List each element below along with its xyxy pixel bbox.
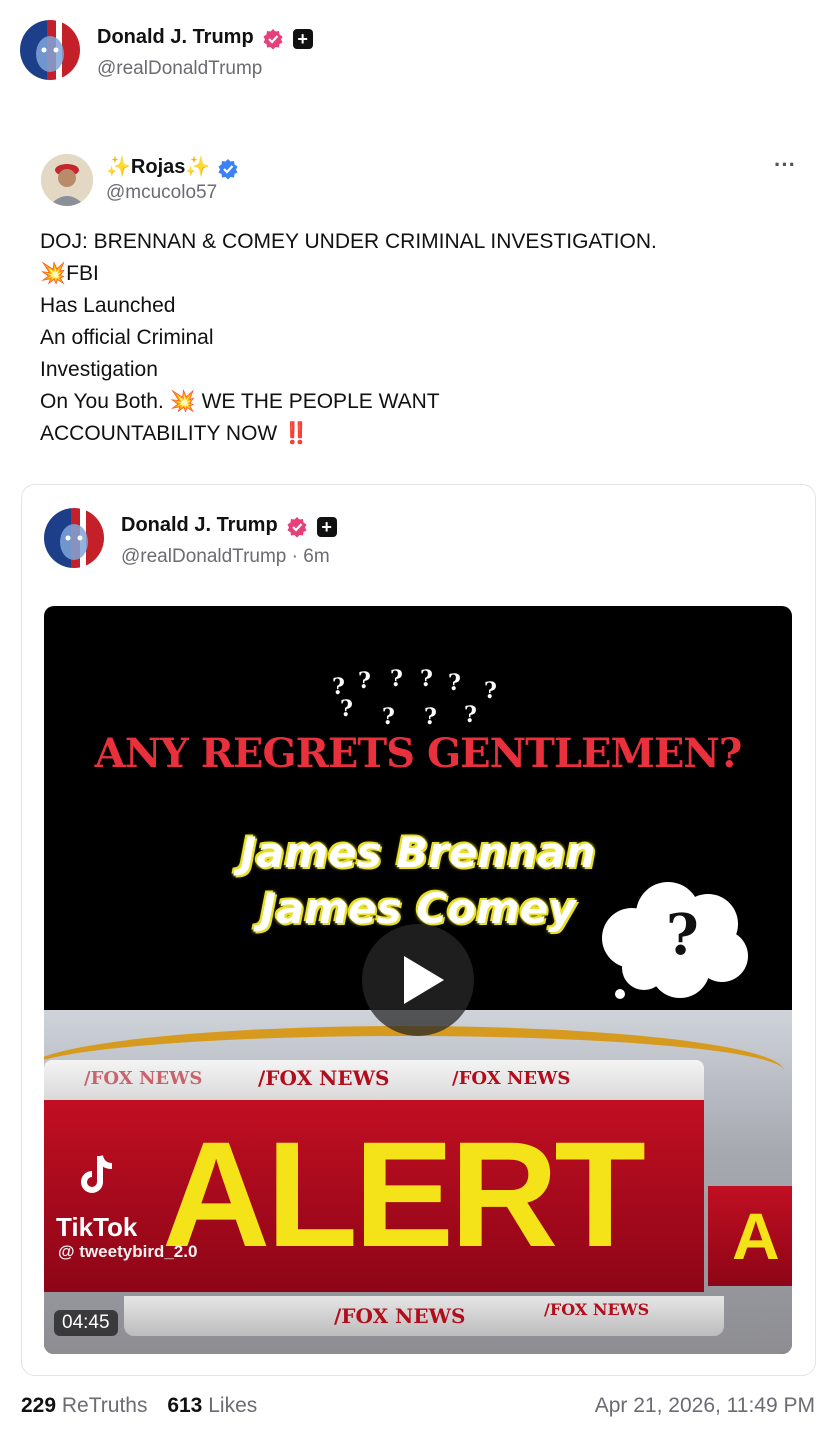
network-tag: /FOX NEWS (452, 1068, 571, 1089)
alert-panel: ALERT (44, 1100, 704, 1292)
alert-panel-right: A (708, 1186, 792, 1286)
retruths-label[interactable]: ReTruths (62, 1394, 148, 1417)
tiktok-user: @ tweetybird_2.0 (58, 1242, 198, 1261)
post-line: Has Launched (40, 294, 176, 317)
question-marks-decoration: ? ? ? ? ? ? ? ? ? ? (332, 666, 497, 730)
play-icon (404, 956, 444, 1004)
post-line: Investigation (40, 358, 158, 381)
post-line: DOJ: BRENNAN & COMEY UNDER CRIMINAL INVE… (40, 230, 657, 253)
post-text: DOJ: BRENNAN & COMEY UNDER CRIMINAL INVE… (40, 226, 800, 450)
network-tag: /FOX NEWS (258, 1066, 390, 1090)
quoted-avatar[interactable] (44, 508, 104, 568)
avatar-portrait-icon (36, 36, 64, 72)
network-tag: /FOX NEWS (544, 1300, 650, 1319)
post-line: 💥FBI (40, 262, 99, 285)
alert-text-right: A (732, 1199, 780, 1273)
video-player[interactable]: ? ? ? ? ? ? ? ? ? ? ANY REGRETS GENTLEME… (44, 606, 792, 1354)
retruths-count[interactable]: 229 (21, 1394, 56, 1417)
retruth-avatar[interactable] (41, 154, 93, 206)
likes-label[interactable]: Likes (208, 1394, 257, 1417)
engagement-stats: 229 ReTruths 613 Likes (21, 1394, 257, 1418)
quoted-author-name[interactable]: Donald J. Trump (121, 514, 278, 536)
retruth-name-prefix: ✨ (106, 156, 131, 178)
more-options-button[interactable]: ··· (774, 152, 796, 178)
network-tag: /FOX NEWS (334, 1304, 466, 1328)
lower-banner: /FOX NEWS /FOX NEWS (124, 1296, 724, 1336)
name-line-brennan: James Brennan (240, 828, 596, 877)
tiktok-logo-icon (81, 1155, 113, 1193)
retruth-name[interactable]: Rojas (131, 156, 185, 178)
thought-question: ? (666, 902, 699, 968)
verified-badge-icon (263, 28, 283, 50)
video-duration: 04:45 (54, 1310, 118, 1336)
video-headline: ANY REGRETS GENTLEMEN? (94, 730, 743, 777)
alert-text: ALERT (162, 1110, 646, 1278)
author-handle[interactable]: @realDonaldTrump (97, 58, 262, 80)
author-avatar[interactable] (20, 20, 80, 80)
avatar-person-icon (41, 154, 93, 206)
fox-news-banner: /FOX NEWS /FOX NEWS /FOX NEWS (44, 1060, 704, 1100)
post-line: An official Criminal (40, 326, 214, 349)
network-tag: /FOX NEWS (84, 1068, 203, 1089)
post-timestamp: Apr 21, 2026, 11:49 PM (594, 1394, 815, 1417)
post-line: On You Both. 💥 WE THE PEOPLE WANT (40, 390, 440, 413)
tiktok-label: TikTok (56, 1212, 138, 1242)
verified-blue-badge-icon (218, 158, 238, 180)
retruth-name-suffix: ✨ (185, 156, 211, 178)
avatar-portrait-icon (60, 524, 88, 560)
play-button[interactable] (362, 924, 474, 1036)
quoted-handle[interactable]: @realDonaldTrump · 6m (121, 546, 330, 568)
author-name[interactable]: Donald J. Trump (97, 26, 254, 48)
likes-count[interactable]: 613 (167, 1394, 202, 1417)
post-line: ACCOUNTABILITY NOW ‼️ (40, 422, 310, 445)
premium-plus-icon: + (316, 516, 337, 537)
verified-badge-icon (287, 516, 307, 538)
premium-plus-icon: + (292, 28, 313, 49)
retruth-handle[interactable]: @mcucolo57 (106, 182, 217, 204)
